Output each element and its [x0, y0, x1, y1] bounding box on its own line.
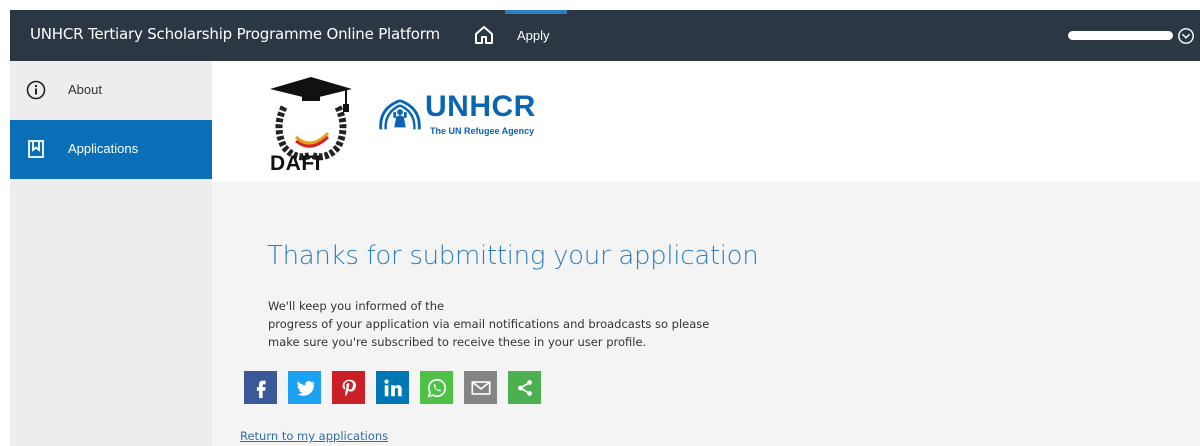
tab-apply[interactable]: Apply: [505, 10, 567, 61]
confirmation-message: We'll keep you informed of the progress …: [268, 297, 768, 351]
top-navigation-bar: UNHCR Tertiary Scholarship Programme Onl…: [10, 10, 1200, 61]
facebook-icon: [256, 380, 266, 398]
pinterest-icon: [342, 379, 356, 396]
left-margin: [0, 0, 10, 446]
sidebar-item-about[interactable]: About: [10, 61, 212, 120]
sidebar: About Applications: [10, 61, 212, 446]
app-title[interactable]: UNHCR Tertiary Scholarship Programme Onl…: [30, 25, 440, 43]
main-content: Thanks for submitting your application W…: [212, 182, 1200, 446]
unhcr-logo-text: UNHCR: [425, 90, 536, 123]
info-circle-icon: [26, 80, 46, 100]
pinterest-share-button[interactable]: [332, 371, 365, 404]
message-line: progress of your application via email n…: [268, 317, 710, 331]
page-title: Thanks for submitting your application: [267, 241, 759, 271]
linkedin-share-button[interactable]: [376, 371, 409, 404]
user-circle-icon[interactable]: [1177, 27, 1195, 45]
email-share-button[interactable]: [464, 371, 497, 404]
unhcr-tagline: The UN Refugee Agency: [430, 126, 535, 136]
sidebar-item-label: About: [68, 82, 102, 97]
email-icon: [470, 380, 491, 395]
logo-banner: DAFI UNHCR The UN Refugee Agency: [212, 61, 1200, 182]
top-margin: [0, 0, 1200, 10]
sharethis-icon: [517, 379, 532, 396]
whatsapp-icon: [427, 378, 446, 397]
dafi-logo-text: DAFI: [270, 152, 321, 175]
bookmark-icon: [26, 139, 46, 159]
facebook-share-button[interactable]: [244, 371, 277, 404]
redacted-username: [1068, 31, 1173, 40]
sidebar-item-applications[interactable]: Applications: [10, 120, 212, 179]
twitter-icon: [296, 380, 314, 396]
tab-apply-label: Apply: [517, 28, 550, 43]
whatsapp-share-button[interactable]: [420, 371, 453, 404]
linkedin-icon: [383, 378, 402, 396]
home-icon[interactable]: [472, 23, 496, 47]
message-line: We'll keep you informed of the: [268, 299, 445, 313]
return-to-applications-link[interactable]: Return to my applications: [240, 429, 388, 443]
sharethis-share-button[interactable]: [508, 371, 541, 404]
sidebar-item-label: Applications: [68, 141, 139, 156]
message-line: make sure you're subscribed to receive t…: [268, 335, 647, 349]
active-tab-indicator: [505, 10, 567, 14]
twitter-share-button[interactable]: [288, 371, 321, 404]
